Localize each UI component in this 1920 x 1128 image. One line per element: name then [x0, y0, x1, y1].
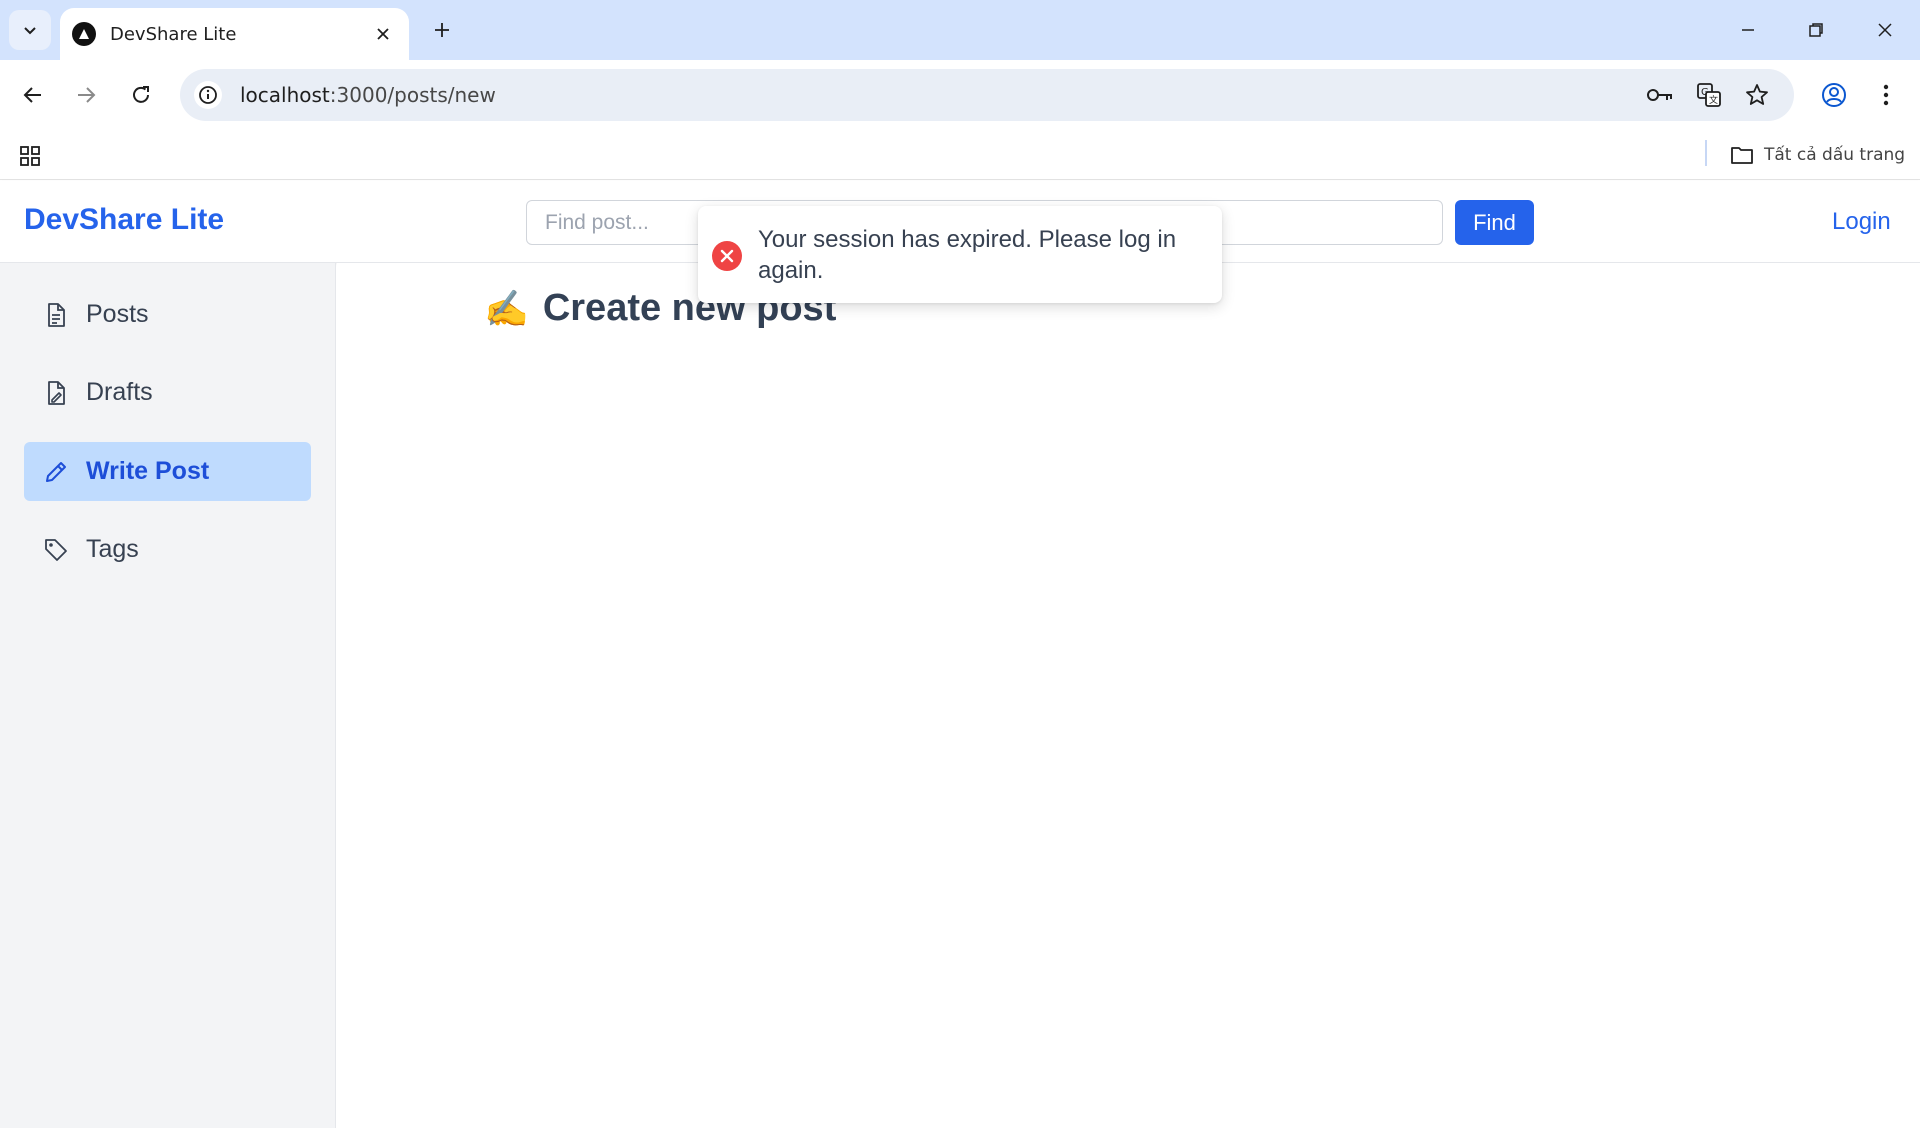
new-tab-plus-icon[interactable]: [424, 12, 460, 48]
bookmarks-divider: [1705, 140, 1707, 166]
forward-arrow-icon[interactable]: [66, 75, 106, 115]
main-content: ✍️ Create new post: [337, 263, 1920, 1128]
tab-search-button[interactable]: [9, 10, 51, 50]
writing-hand-icon: ✍️: [484, 287, 529, 329]
all-bookmarks-button[interactable]: Tất cả dấu trang: [1730, 140, 1905, 170]
error-toast[interactable]: Your session has expired. Please log in …: [698, 206, 1222, 303]
browser-toolbar: localhost:3000/posts/new G文: [0, 60, 1920, 130]
restore-icon[interactable]: [1796, 12, 1836, 48]
apps-grid-icon[interactable]: [16, 142, 44, 170]
bookmarks-bar: Tất cả dấu trang: [0, 130, 1920, 180]
url-text: localhost:3000/posts/new: [240, 83, 496, 107]
sidebar-item-posts[interactable]: Posts: [24, 285, 311, 344]
site-favicon-icon: [72, 22, 96, 46]
sidebar: Posts Drafts Write Post Tags: [0, 263, 336, 1128]
login-link[interactable]: Login: [1832, 208, 1891, 236]
reload-icon[interactable]: [121, 75, 161, 115]
profile-avatar-icon[interactable]: [1814, 75, 1854, 115]
browser-tab-active[interactable]: DevShare Lite: [60, 8, 409, 60]
minimize-icon[interactable]: [1728, 12, 1768, 48]
sidebar-item-label: Posts: [86, 300, 149, 328]
back-arrow-icon[interactable]: [13, 75, 53, 115]
kebab-menu-icon[interactable]: [1866, 75, 1906, 115]
chevron-down-icon: [24, 27, 36, 35]
sidebar-item-tags[interactable]: Tags: [24, 520, 311, 579]
password-key-icon[interactable]: [1645, 81, 1675, 109]
url-host: localhost: [240, 83, 330, 107]
tag-icon: [42, 536, 70, 564]
translate-icon[interactable]: G文: [1694, 81, 1724, 109]
pencil-icon: [42, 458, 70, 486]
all-bookmarks-label: Tất cả dấu trang: [1764, 145, 1906, 165]
folder-icon: [1731, 147, 1753, 164]
browser-tabstrip: DevShare Lite: [0, 0, 1920, 60]
sidebar-item-label: Write Post: [86, 457, 210, 485]
document-icon: [42, 301, 70, 329]
sidebar-item-label: Tags: [86, 535, 139, 563]
sidebar-item-label: Drafts: [86, 378, 153, 406]
draft-document-icon: [42, 379, 70, 407]
sidebar-item-write-post[interactable]: Write Post: [24, 442, 311, 501]
tab-close-icon[interactable]: [371, 22, 395, 46]
tab-title: DevShare Lite: [110, 23, 237, 45]
bookmark-star-icon[interactable]: [1742, 81, 1772, 109]
error-x-icon: [712, 241, 742, 271]
close-window-icon[interactable]: [1865, 12, 1905, 48]
site-info-icon[interactable]: [194, 81, 222, 109]
url-path: :3000/posts/new: [329, 83, 496, 107]
svg-text:文: 文: [1709, 94, 1718, 106]
find-button[interactable]: Find: [1455, 200, 1534, 245]
sidebar-item-drafts[interactable]: Drafts: [24, 363, 311, 422]
address-bar[interactable]: localhost:3000/posts/new G文: [180, 69, 1794, 121]
toast-message: Your session has expired. Please log in …: [758, 226, 1177, 284]
brand-logo[interactable]: DevShare Lite: [24, 203, 224, 237]
